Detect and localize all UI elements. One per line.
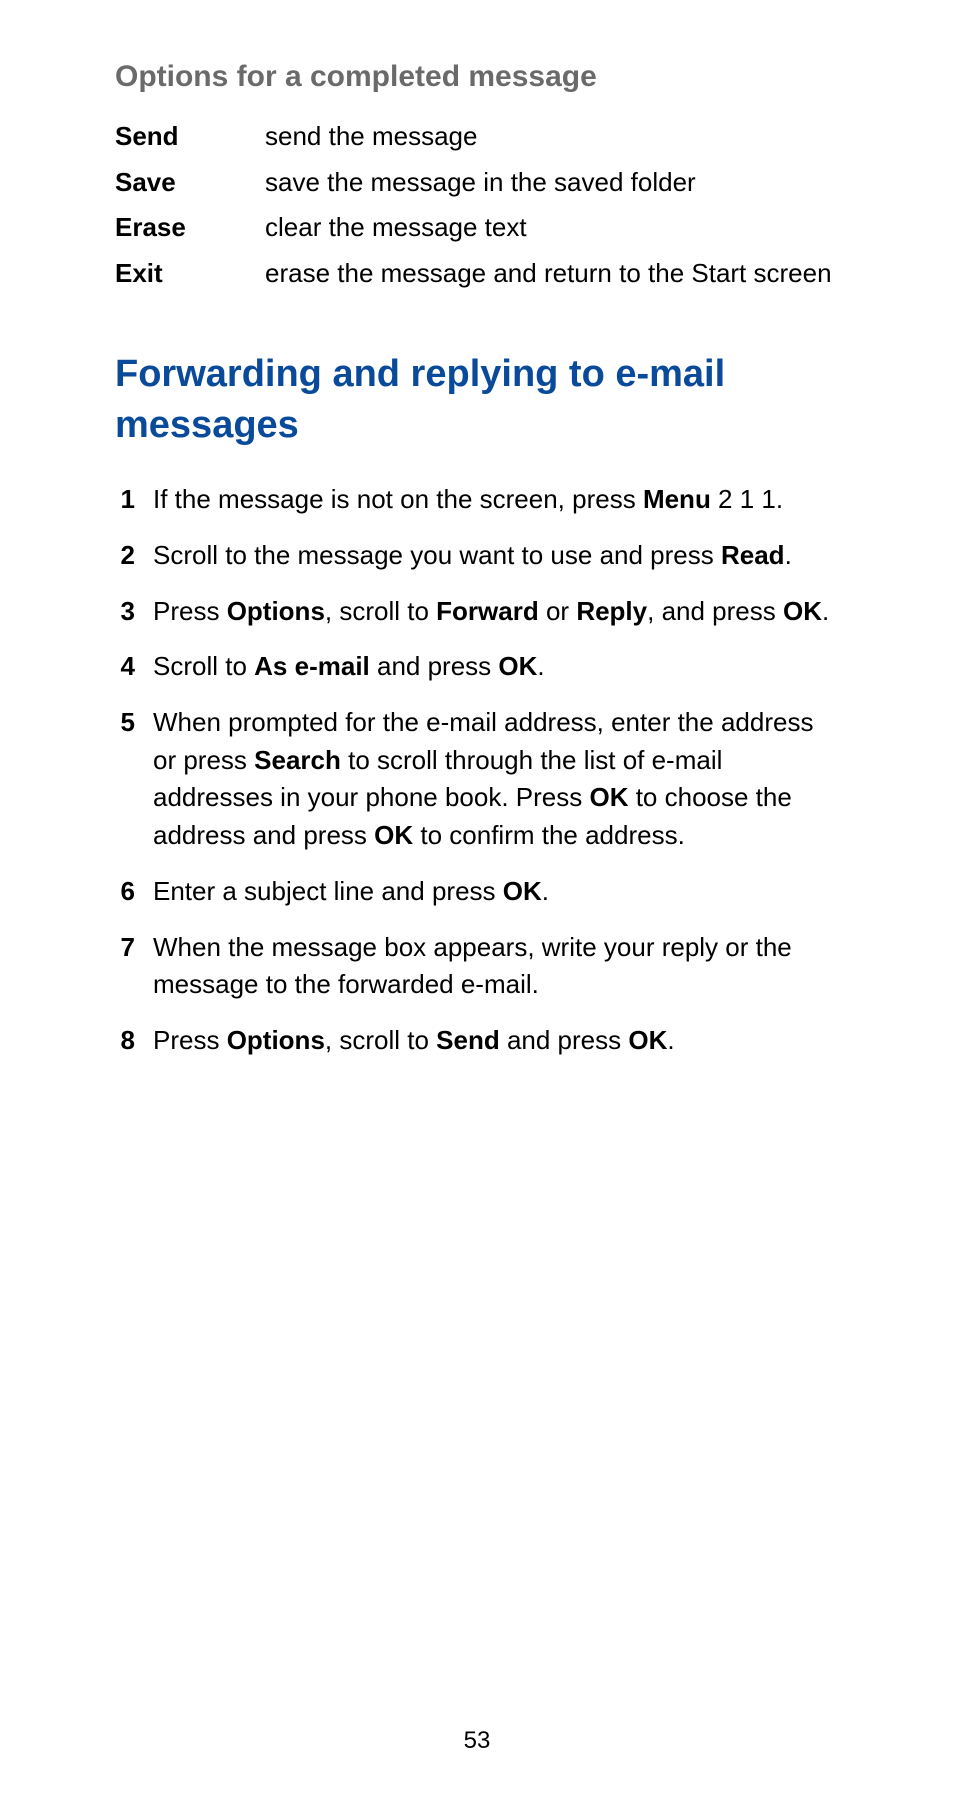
body-text: , scroll to <box>325 1025 436 1055</box>
bold-text: OK <box>503 876 542 906</box>
bold-text: OK <box>374 820 413 850</box>
step-item: 1If the message is not on the screen, pr… <box>115 481 839 519</box>
body-text: , and press <box>647 596 783 626</box>
options-table: Sendsend the messageSavesave the message… <box>115 118 839 293</box>
step-text: Press Options, scroll to Forward or Repl… <box>153 593 839 631</box>
body-text: and press <box>500 1025 629 1055</box>
bold-text: Menu <box>643 484 711 514</box>
steps-list: 1If the message is not on the screen, pr… <box>115 481 839 1059</box>
step-number: 5 <box>115 704 153 855</box>
step-text: Scroll to As e-mail and press OK. <box>153 648 839 686</box>
body-text: Scroll to the message you want to use an… <box>153 540 721 570</box>
bold-text: OK <box>628 1025 667 1055</box>
step-number: 4 <box>115 648 153 686</box>
bold-text: OK <box>589 782 628 812</box>
body-text: . <box>822 596 829 626</box>
bold-text: OK <box>498 651 537 681</box>
option-row: Eraseclear the message text <box>115 209 839 247</box>
option-description: clear the message text <box>265 209 839 247</box>
option-description: send the message <box>265 118 839 156</box>
bold-text: Forward <box>436 596 539 626</box>
option-row: Savesave the message in the saved folder <box>115 164 839 202</box>
step-text: Enter a subject line and press OK. <box>153 873 839 911</box>
bold-text: Read <box>721 540 785 570</box>
body-text: Press <box>153 596 227 626</box>
body-text: , scroll to <box>325 596 436 626</box>
step-number: 7 <box>115 929 153 1004</box>
bold-text: Options <box>227 596 325 626</box>
step-item: 4Scroll to As e-mail and press OK. <box>115 648 839 686</box>
step-item: 5When prompted for the e-mail address, e… <box>115 704 839 855</box>
body-text: Enter a subject line and press <box>153 876 503 906</box>
option-label: Save <box>115 164 265 202</box>
page-number: 53 <box>0 1727 954 1755</box>
option-description: save the message in the saved folder <box>265 164 839 202</box>
body-text: and press <box>370 651 499 681</box>
step-item: 2Scroll to the message you want to use a… <box>115 537 839 575</box>
bold-text: Options <box>227 1025 325 1055</box>
body-text: . <box>542 876 549 906</box>
bold-text: OK <box>783 596 822 626</box>
step-number: 6 <box>115 873 153 911</box>
step-text: Scroll to the message you want to use an… <box>153 537 839 575</box>
body-text: or <box>539 596 577 626</box>
step-item: 3Press Options, scroll to Forward or Rep… <box>115 593 839 631</box>
body-text: . <box>785 540 792 570</box>
option-description: erase the message and return to the Star… <box>265 255 839 293</box>
step-number: 8 <box>115 1022 153 1060</box>
option-label: Exit <box>115 255 265 293</box>
body-text: When the message box appears, write your… <box>153 932 792 1000</box>
step-item: 7When the message box appears, write you… <box>115 929 839 1004</box>
bold-text: As e-mail <box>254 651 370 681</box>
step-number: 3 <box>115 593 153 631</box>
body-text: . <box>537 651 544 681</box>
bold-text: Search <box>254 745 341 775</box>
body-text: 2 1 1. <box>711 484 783 514</box>
option-label: Erase <box>115 209 265 247</box>
step-item: 6Enter a subject line and press OK. <box>115 873 839 911</box>
step-text: When the message box appears, write your… <box>153 929 839 1004</box>
body-text: Scroll to <box>153 651 254 681</box>
step-text: If the message is not on the screen, pre… <box>153 481 839 519</box>
step-text: When prompted for the e-mail address, en… <box>153 704 839 855</box>
bold-text: Send <box>436 1025 500 1055</box>
option-label: Send <box>115 118 265 156</box>
step-number: 1 <box>115 481 153 519</box>
body-text: to confirm the address. <box>413 820 685 850</box>
body-text: . <box>667 1025 674 1055</box>
body-text: Press <box>153 1025 227 1055</box>
body-text: If the message is not on the screen, pre… <box>153 484 643 514</box>
step-text: Press Options, scroll to Send and press … <box>153 1022 839 1060</box>
section-title: Options for a completed message <box>115 60 839 94</box>
main-heading: Forwarding and replying to e-mail messag… <box>115 349 839 452</box>
option-row: Sendsend the message <box>115 118 839 156</box>
bold-text: Reply <box>576 596 647 626</box>
step-item: 8Press Options, scroll to Send and press… <box>115 1022 839 1060</box>
step-number: 2 <box>115 537 153 575</box>
option-row: Exiterase the message and return to the … <box>115 255 839 293</box>
